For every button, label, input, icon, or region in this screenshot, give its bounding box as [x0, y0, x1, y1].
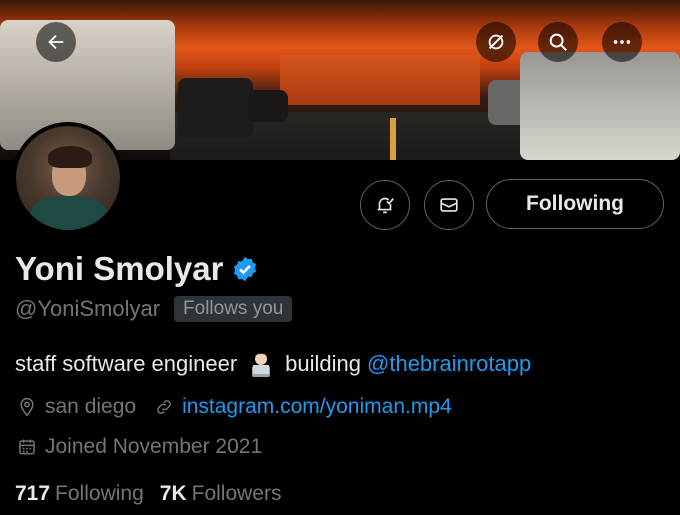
profile-meta-row: san diego instagram.com/yoniman.mp4 — [17, 395, 452, 419]
verified-badge-icon[interactable] — [231, 255, 259, 283]
bio-mention-link[interactable]: @thebrainrotapp — [367, 351, 531, 377]
technologist-emoji-icon — [247, 350, 275, 378]
following-label: Following — [55, 482, 144, 505]
profile-stats: 717 Following 7K Followers — [15, 482, 281, 506]
profile-name-row: Yoni Smolyar — [15, 250, 259, 288]
followers-count: 7K — [159, 482, 187, 505]
profile-bio: staff software engineer building @thebra… — [15, 350, 531, 378]
profile-name: Yoni Smolyar — [15, 250, 224, 287]
profile-website-link[interactable]: instagram.com/yoniman.mp4 — [182, 395, 452, 419]
more-button[interactable] — [602, 22, 642, 62]
profile-joined-row: Joined November 2021 — [17, 435, 262, 459]
profile-location: san diego — [45, 395, 137, 418]
following-count: 717 — [15, 482, 51, 505]
bio-text: staff software engineer — [15, 351, 238, 376]
avatar-body — [30, 196, 108, 230]
grok-button[interactable] — [476, 22, 516, 62]
profile-handle-row: @YoniSmolyar Follows you — [15, 296, 293, 322]
profile-handle: @YoniSmolyar — [15, 296, 161, 321]
envelope-icon — [440, 198, 458, 212]
back-arrow-icon — [48, 34, 64, 50]
followers-stat[interactable]: 7K Followers — [160, 482, 282, 506]
avatar-photo — [16, 126, 120, 230]
message-button[interactable] — [424, 180, 474, 230]
search-icon — [549, 33, 567, 51]
profile-joined: Joined November 2021 — [45, 435, 263, 458]
search-button[interactable] — [538, 22, 578, 62]
avatar[interactable] — [12, 122, 124, 234]
bio-building: building — [285, 351, 362, 376]
link-icon — [157, 400, 171, 414]
more-icon — [613, 40, 631, 44]
bell-check-icon — [377, 197, 394, 214]
back-button[interactable] — [36, 22, 76, 62]
banner-road-stripe — [390, 118, 396, 160]
following-button[interactable]: Following — [486, 179, 664, 229]
banner-car — [178, 78, 253, 138]
followers-label: Followers — [191, 482, 282, 505]
banner-sea — [280, 55, 480, 105]
follows-you-badge: Follows you — [174, 296, 293, 322]
grok-icon — [488, 34, 504, 50]
following-stat[interactable]: 717 Following — [15, 482, 144, 506]
location-pin-icon — [20, 397, 34, 417]
banner-car — [248, 90, 288, 122]
avatar-hair — [48, 146, 92, 168]
notify-button[interactable] — [360, 180, 410, 230]
calendar-icon — [19, 439, 35, 455]
banner-car — [520, 52, 680, 160]
